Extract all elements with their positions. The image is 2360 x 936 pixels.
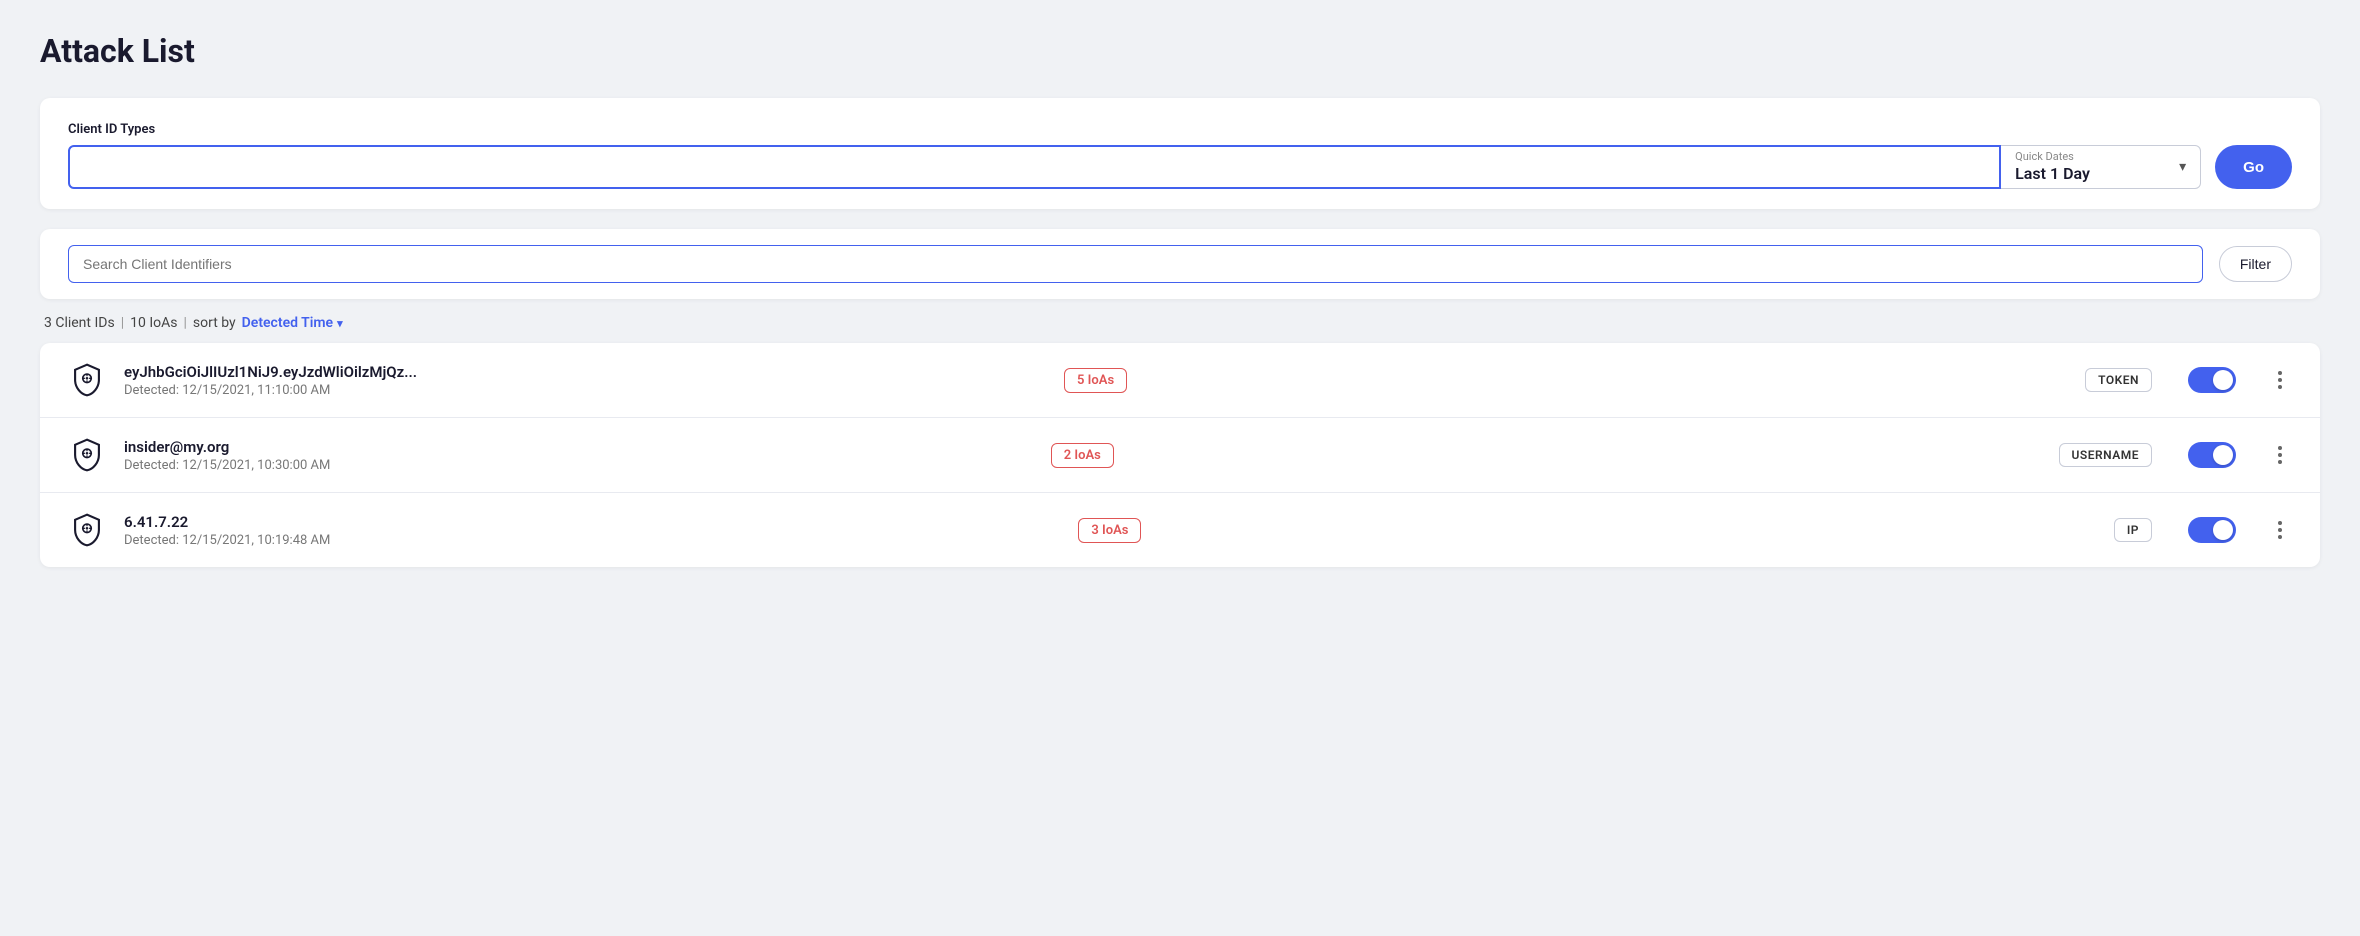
enable-toggle[interactable] bbox=[2188, 442, 2236, 468]
type-badge: IP bbox=[2114, 518, 2152, 542]
attack-info: eyJhbGciOiJlIUzl1NiJ9.eyJzdWliOilzMjQz..… bbox=[124, 363, 1046, 398]
sort-by-label: sort by bbox=[193, 315, 236, 331]
ioas-count: 10 IoAs bbox=[130, 315, 177, 331]
attack-id: eyJhbGciOiJlIUzl1NiJ9.eyJzdWliOilzMjQz..… bbox=[124, 363, 584, 381]
search-section: Filter bbox=[40, 229, 2320, 299]
type-badge: USERNAME bbox=[2059, 443, 2152, 467]
attack-row: insider@my.org Detected: 12/15/2021, 10:… bbox=[40, 418, 2320, 493]
attack-info: insider@my.org Detected: 12/15/2021, 10:… bbox=[124, 438, 1033, 473]
attack-row: 6.41.7.22 Detected: 12/15/2021, 10:19:48… bbox=[40, 493, 2320, 567]
attack-detected: Detected: 12/15/2021, 10:19:48 AM bbox=[124, 533, 1060, 548]
chevron-down-icon: ▾ bbox=[2179, 159, 2186, 175]
more-options-icon[interactable] bbox=[2268, 518, 2292, 542]
results-info: 3 Client IDs | 10 IoAs | sort by Detecte… bbox=[40, 315, 2320, 331]
client-ids-count: 3 Client IDs bbox=[44, 315, 115, 331]
quick-dates-label: Quick Dates bbox=[2015, 151, 2171, 162]
attack-detected: Detected: 12/15/2021, 11:10:00 AM bbox=[124, 383, 1046, 398]
page-title: Attack List bbox=[40, 32, 2320, 70]
sort-chevron-icon: ▾ bbox=[337, 317, 343, 330]
attack-info: 6.41.7.22 Detected: 12/15/2021, 10:19:48… bbox=[124, 513, 1060, 548]
more-options-icon[interactable] bbox=[2268, 443, 2292, 467]
client-id-input[interactable] bbox=[68, 145, 2001, 189]
separator-2: | bbox=[183, 315, 186, 331]
ioas-badge: 5 IoAs bbox=[1064, 368, 1127, 393]
client-id-label: Client ID Types bbox=[68, 122, 2292, 137]
attack-id: insider@my.org bbox=[124, 438, 584, 456]
toggle-wrapper bbox=[2188, 367, 2236, 393]
type-badge: TOKEN bbox=[2085, 368, 2152, 392]
enable-toggle[interactable] bbox=[2188, 517, 2236, 543]
filter-section: Client ID Types Quick Dates Last 1 Day ▾… bbox=[40, 98, 2320, 209]
attack-detected: Detected: 12/15/2021, 10:30:00 AM bbox=[124, 458, 1033, 473]
shield-icon bbox=[68, 511, 106, 549]
toggle-wrapper bbox=[2188, 442, 2236, 468]
filter-button[interactable]: Filter bbox=[2219, 246, 2292, 282]
shield-icon bbox=[68, 361, 106, 399]
ioas-badge: 2 IoAs bbox=[1051, 443, 1114, 468]
separator-1: | bbox=[121, 315, 124, 331]
shield-icon bbox=[68, 436, 106, 474]
toggle-wrapper bbox=[2188, 517, 2236, 543]
attack-row: eyJhbGciOiJlIUzl1NiJ9.eyJzdWliOilzMjQz..… bbox=[40, 343, 2320, 418]
ioas-badge: 3 IoAs bbox=[1078, 518, 1141, 543]
more-options-icon[interactable] bbox=[2268, 368, 2292, 392]
sort-by-dropdown[interactable]: Detected Time ▾ bbox=[242, 315, 343, 331]
attack-list: eyJhbGciOiJlIUzl1NiJ9.eyJzdWliOilzMjQz..… bbox=[40, 343, 2320, 567]
filter-row: Quick Dates Last 1 Day ▾ Go bbox=[68, 145, 2292, 189]
quick-dates-value: Last 1 Day bbox=[2015, 164, 2171, 183]
enable-toggle[interactable] bbox=[2188, 367, 2236, 393]
quick-dates-select[interactable]: Quick Dates Last 1 Day ▾ bbox=[2001, 145, 2201, 189]
search-input[interactable] bbox=[68, 245, 2203, 283]
attack-id: 6.41.7.22 bbox=[124, 513, 584, 531]
go-button[interactable]: Go bbox=[2215, 145, 2292, 189]
